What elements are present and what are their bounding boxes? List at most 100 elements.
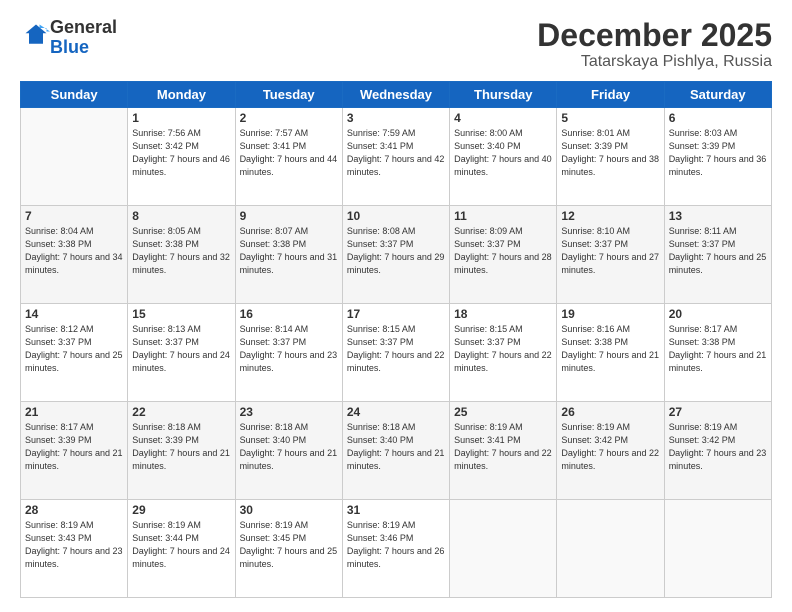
calendar-cell: 21Sunrise: 8:17 AMSunset: 3:39 PMDayligh… [21, 402, 128, 500]
logo-general: General [50, 17, 117, 37]
day-number: 9 [240, 209, 338, 223]
day-number: 8 [132, 209, 230, 223]
calendar-cell: 11 Sunrise: 8:09 AMSunset: 3:37 PMDayligh… [450, 206, 557, 304]
calendar-week-row: 21Sunrise: 8:17 AMSunset: 3:39 PMDayligh… [21, 402, 772, 500]
day-number: 29 [132, 503, 230, 517]
day-info: Sunrise: 8:19 AMSunset: 3:42 PMDaylight:… [561, 421, 659, 473]
calendar-cell: 24Sunrise: 8:18 AMSunset: 3:40 PMDayligh… [342, 402, 449, 500]
day-info: Sunrise: 8:19 AMSunset: 3:44 PMDaylight:… [132, 519, 230, 571]
calendar-cell: 4 Sunrise: 8:00 AMSunset: 3:40 PMDaylight… [450, 108, 557, 206]
day-number: 18 [454, 307, 552, 321]
day-info: Sunrise: 8:19 AMSunset: 3:43 PMDaylight:… [25, 519, 123, 571]
page-title: December 2025 [537, 18, 772, 53]
calendar-week-row: 14 Sunrise: 8:12 AMSunset: 3:37 PMDayligh… [21, 304, 772, 402]
calendar-cell: 1Sunrise: 7:56 AMSunset: 3:42 PMDaylight… [128, 108, 235, 206]
day-number: 23 [240, 405, 338, 419]
calendar-cell [21, 108, 128, 206]
day-number: 20 [669, 307, 767, 321]
calendar-cell: 26Sunrise: 8:19 AMSunset: 3:42 PMDayligh… [557, 402, 664, 500]
day-number: 16 [240, 307, 338, 321]
calendar-header-sunday: Sunday [21, 82, 128, 108]
day-info: Sunrise: 8:01 AMSunset: 3:39 PMDaylight:… [561, 127, 659, 179]
day-number: 27 [669, 405, 767, 419]
calendar-week-row: 1Sunrise: 7:56 AMSunset: 3:42 PMDaylight… [21, 108, 772, 206]
day-number: 14 [25, 307, 123, 321]
calendar-cell: 14 Sunrise: 8:12 AMSunset: 3:37 PMDayligh… [21, 304, 128, 402]
calendar-cell [664, 500, 771, 598]
calendar-cell: 28 Sunrise: 8:19 AMSunset: 3:43 PMDayligh… [21, 500, 128, 598]
day-info: Sunrise: 8:09 AMSunset: 3:37 PMDaylight:… [454, 225, 552, 277]
day-number: 13 [669, 209, 767, 223]
day-number: 15 [132, 307, 230, 321]
day-info: Sunrise: 8:07 AMSunset: 3:38 PMDaylight:… [240, 225, 338, 277]
logo-blue: Blue [50, 37, 89, 57]
calendar-week-row: 28 Sunrise: 8:19 AMSunset: 3:43 PMDayligh… [21, 500, 772, 598]
day-info: Sunrise: 8:10 AMSunset: 3:37 PMDaylight:… [561, 225, 659, 277]
header: General Blue December 2025 Tatarskaya Pi… [20, 18, 772, 71]
calendar-cell: 5 Sunrise: 8:01 AMSunset: 3:39 PMDaylight… [557, 108, 664, 206]
day-info: Sunrise: 8:18 AMSunset: 3:40 PMDaylight:… [347, 421, 445, 473]
calendar-cell: 29 Sunrise: 8:19 AMSunset: 3:44 PMDayligh… [128, 500, 235, 598]
day-info: Sunrise: 7:59 AMSunset: 3:41 PMDaylight:… [347, 127, 445, 179]
calendar-cell: 13Sunrise: 8:11 AMSunset: 3:37 PMDayligh… [664, 206, 771, 304]
day-number: 19 [561, 307, 659, 321]
day-number: 12 [561, 209, 659, 223]
day-number: 5 [561, 111, 659, 125]
calendar-header-thursday: Thursday [450, 82, 557, 108]
page-subtitle: Tatarskaya Pishlya, Russia [537, 53, 772, 71]
page: General Blue December 2025 Tatarskaya Pi… [0, 0, 792, 612]
calendar-cell: 30Sunrise: 8:19 AMSunset: 3:45 PMDayligh… [235, 500, 342, 598]
day-number: 10 [347, 209, 445, 223]
day-number: 6 [669, 111, 767, 125]
calendar-cell: 17 Sunrise: 8:15 AMSunset: 3:37 PMDayligh… [342, 304, 449, 402]
calendar-header-tuesday: Tuesday [235, 82, 342, 108]
day-info: Sunrise: 8:00 AMSunset: 3:40 PMDaylight:… [454, 127, 552, 179]
day-number: 25 [454, 405, 552, 419]
calendar-cell: 8 Sunrise: 8:05 AMSunset: 3:38 PMDaylight… [128, 206, 235, 304]
calendar-cell: 2Sunrise: 7:57 AMSunset: 3:41 PMDaylight… [235, 108, 342, 206]
day-number: 21 [25, 405, 123, 419]
day-number: 1 [132, 111, 230, 125]
day-number: 30 [240, 503, 338, 517]
calendar-cell: 20Sunrise: 8:17 AMSunset: 3:38 PMDayligh… [664, 304, 771, 402]
calendar-cell: 12 Sunrise: 8:10 AMSunset: 3:37 PMDayligh… [557, 206, 664, 304]
calendar-cell: 7Sunrise: 8:04 AMSunset: 3:38 PMDaylight… [21, 206, 128, 304]
day-info: Sunrise: 8:05 AMSunset: 3:38 PMDaylight:… [132, 225, 230, 277]
logo: General Blue [20, 18, 117, 58]
calendar-cell: 22 Sunrise: 8:18 AMSunset: 3:39 PMDayligh… [128, 402, 235, 500]
calendar-header-monday: Monday [128, 82, 235, 108]
logo-icon [22, 21, 50, 49]
calendar-header-saturday: Saturday [664, 82, 771, 108]
day-info: Sunrise: 8:12 AMSunset: 3:37 PMDaylight:… [25, 323, 123, 375]
day-info: Sunrise: 8:15 AMSunset: 3:37 PMDaylight:… [347, 323, 445, 375]
day-info: Sunrise: 8:19 AMSunset: 3:46 PMDaylight:… [347, 519, 445, 571]
calendar-cell: 31 Sunrise: 8:19 AMSunset: 3:46 PMDayligh… [342, 500, 449, 598]
day-info: Sunrise: 8:15 AMSunset: 3:37 PMDaylight:… [454, 323, 552, 375]
day-info: Sunrise: 8:18 AMSunset: 3:40 PMDaylight:… [240, 421, 338, 473]
calendar-header-wednesday: Wednesday [342, 82, 449, 108]
calendar-cell: 6 Sunrise: 8:03 AMSunset: 3:39 PMDaylight… [664, 108, 771, 206]
day-number: 17 [347, 307, 445, 321]
day-number: 4 [454, 111, 552, 125]
day-number: 22 [132, 405, 230, 419]
day-info: Sunrise: 8:08 AMSunset: 3:37 PMDaylight:… [347, 225, 445, 277]
day-number: 2 [240, 111, 338, 125]
calendar-cell [557, 500, 664, 598]
calendar-cell: 15 Sunrise: 8:13 AMSunset: 3:37 PMDayligh… [128, 304, 235, 402]
calendar-table: SundayMondayTuesdayWednesdayThursdayFrid… [20, 81, 772, 598]
day-info: Sunrise: 8:19 AMSunset: 3:42 PMDaylight:… [669, 421, 767, 473]
logo-text: General Blue [50, 18, 117, 58]
calendar-cell: 10 Sunrise: 8:08 AMSunset: 3:37 PMDayligh… [342, 206, 449, 304]
day-info: Sunrise: 8:03 AMSunset: 3:39 PMDaylight:… [669, 127, 767, 179]
day-info: Sunrise: 8:13 AMSunset: 3:37 PMDaylight:… [132, 323, 230, 375]
day-info: Sunrise: 8:16 AMSunset: 3:38 PMDaylight:… [561, 323, 659, 375]
day-info: Sunrise: 8:18 AMSunset: 3:39 PMDaylight:… [132, 421, 230, 473]
day-number: 3 [347, 111, 445, 125]
day-number: 11 [454, 209, 552, 223]
day-number: 7 [25, 209, 123, 223]
calendar-cell: 3 Sunrise: 7:59 AMSunset: 3:41 PMDaylight… [342, 108, 449, 206]
title-block: December 2025 Tatarskaya Pishlya, Russia [537, 18, 772, 71]
calendar-cell: 25Sunrise: 8:19 AMSunset: 3:41 PMDayligh… [450, 402, 557, 500]
day-number: 31 [347, 503, 445, 517]
day-number: 28 [25, 503, 123, 517]
